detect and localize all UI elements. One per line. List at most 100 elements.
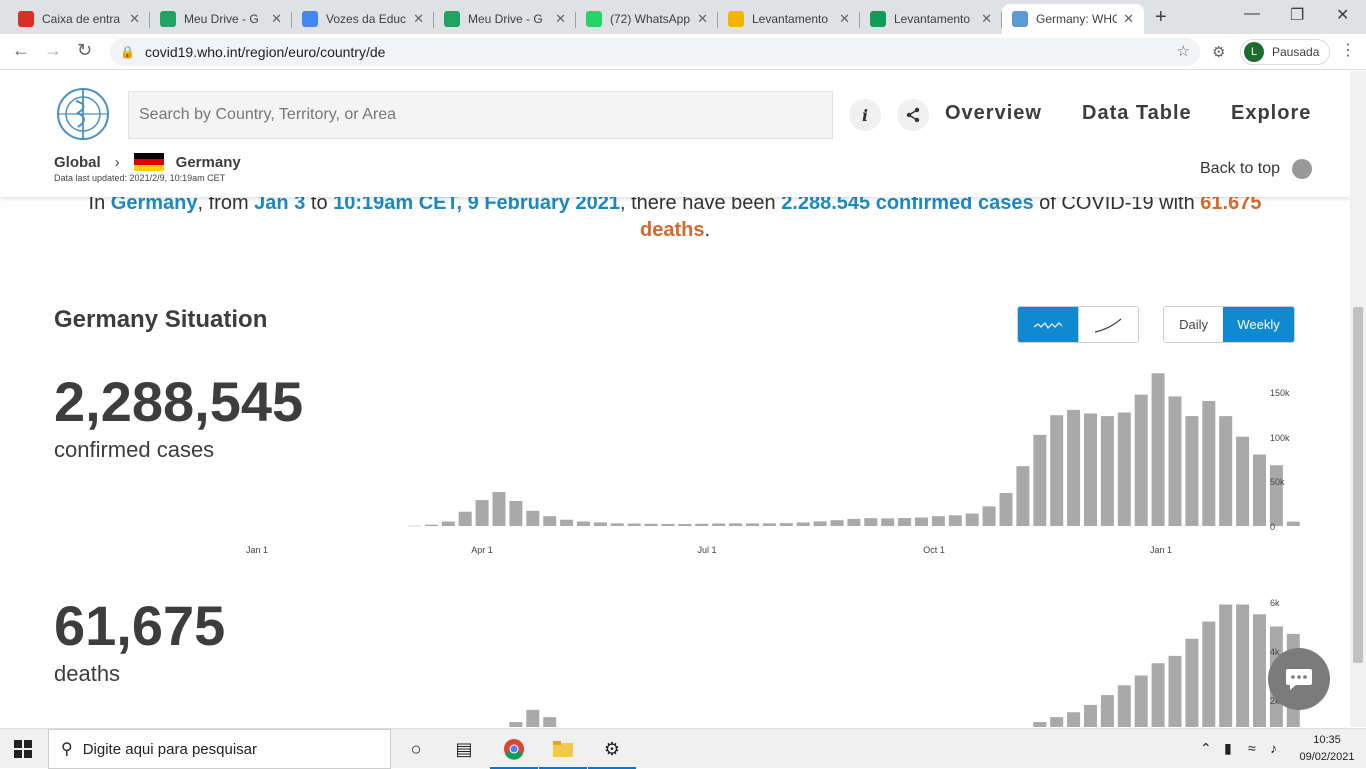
cases-bar <box>509 501 522 526</box>
browser-tab-title: Levantamento <box>752 12 833 26</box>
cumulative-chart-icon[interactable] <box>1078 307 1138 342</box>
gmail-icon <box>18 11 34 27</box>
data-updated-text: Data last updated: 2021/2/9, 10:19am CET <box>54 173 225 183</box>
page-scrollbar[interactable] <box>1350 71 1366 727</box>
extensions-icon[interactable]: ⚙ <box>1212 43 1225 61</box>
cases-bar <box>1287 522 1300 526</box>
nav-data-table[interactable]: Data Table <box>1082 102 1192 125</box>
browser-tab[interactable]: Levantamento✕ <box>860 4 1002 34</box>
deaths-bar <box>1219 604 1232 727</box>
cases-bar <box>1000 493 1013 526</box>
cases-bar <box>1016 466 1029 526</box>
cases-bar <box>1169 396 1182 526</box>
nav-overview[interactable]: Overview <box>945 102 1042 125</box>
site-header: Search by Country, Territory, or Area i … <box>0 71 1350 197</box>
cases-bar <box>662 524 675 526</box>
close-tab-icon[interactable]: ✕ <box>839 11 850 27</box>
chevron-up-icon[interactable]: ⌃ <box>1200 740 1212 757</box>
settings-gear-icon[interactable]: ⚙ <box>600 737 624 761</box>
info-icon[interactable]: i <box>849 99 881 131</box>
cases-bar <box>560 520 573 526</box>
back-to-top-link[interactable]: Back to top <box>1200 159 1312 179</box>
browser-tab[interactable]: Caixa de entra ✕ <box>8 4 150 34</box>
url-text: covid19.who.int/region/euro/country/de <box>145 44 385 60</box>
breadcrumb-global[interactable]: Global <box>54 154 101 171</box>
cases-bar <box>493 492 506 526</box>
chrome-icon[interactable] <box>502 737 526 761</box>
cases-bar <box>543 516 556 526</box>
cases-bar <box>780 523 793 526</box>
close-tab-icon[interactable]: ✕ <box>129 11 140 27</box>
deaths-bar <box>1067 712 1080 727</box>
taskbar-search-input[interactable]: ⚲ Digite aqui para pesquisar <box>48 729 391 769</box>
browser-tab[interactable]: Meu Drive - G ✕ <box>434 4 576 34</box>
drive-icon <box>444 11 460 27</box>
search-icon: ⚲ <box>61 739 73 759</box>
cases-bar <box>983 506 996 526</box>
minimize-button[interactable]: — <box>1244 5 1260 23</box>
new-tab-button[interactable]: + <box>1155 6 1167 29</box>
browser-toolbar: ← → ↻ 🔒 covid19.who.int/region/euro/coun… <box>0 34 1366 70</box>
menu-icon[interactable]: ⋮ <box>1340 40 1356 60</box>
cases-x-tick: Apr 1 <box>471 545 493 555</box>
who-logo-icon[interactable] <box>54 87 112 141</box>
browser-tab[interactable]: Vozes da Educ✕ <box>292 4 434 34</box>
deaths-bar <box>1152 663 1165 727</box>
close-tab-icon[interactable]: ✕ <box>1123 11 1134 27</box>
browser-tab-title: Meu Drive - G <box>468 12 549 26</box>
cases-bar <box>898 518 911 526</box>
close-tab-icon[interactable]: ✕ <box>271 11 282 27</box>
cases-bar <box>1067 410 1080 526</box>
cases-y-tick: 100k <box>1270 433 1290 443</box>
forward-arrow-icon[interactable]: → <box>44 40 62 61</box>
browser-tab[interactable]: Meu Drive - G✕ <box>150 4 292 34</box>
wifi-icon[interactable]: ≈ <box>1248 740 1256 756</box>
windows-start-icon[interactable] <box>14 740 32 758</box>
cases-bar <box>1202 401 1215 526</box>
close-window-button[interactable]: ✕ <box>1336 5 1349 25</box>
back-arrow-icon[interactable]: ← <box>12 40 30 61</box>
close-tab-icon[interactable]: ✕ <box>413 11 424 27</box>
close-tab-icon[interactable]: ✕ <box>555 11 566 27</box>
back-to-top-label: Back to top <box>1200 160 1280 178</box>
cases-bar <box>797 522 810 526</box>
cases-bar <box>628 524 641 526</box>
cases-bar <box>746 523 759 526</box>
close-tab-icon[interactable]: ✕ <box>697 11 708 27</box>
taskbar-clock[interactable]: 10:35 09/02/2021 <box>1296 732 1358 766</box>
restore-button[interactable]: ❐ <box>1290 5 1304 25</box>
task-view-icon[interactable]: ▤ <box>452 737 476 761</box>
cases-bar <box>476 500 489 526</box>
chat-bubble-icon[interactable] <box>1268 648 1330 710</box>
browser-tab[interactable]: (72) WhatsApp✕ <box>576 4 718 34</box>
deaths-label: deaths <box>54 661 120 687</box>
battery-icon[interactable]: ▮ <box>1224 740 1232 757</box>
cases-bar <box>932 516 945 526</box>
address-bar[interactable]: 🔒 covid19.who.int/region/euro/country/de… <box>110 38 1200 66</box>
cortana-icon[interactable]: ○ <box>404 737 428 761</box>
browser-tab[interactable]: Levantamento ✕ <box>718 4 860 34</box>
cases-bar <box>442 522 455 526</box>
cases-bar <box>1135 395 1148 526</box>
cases-bar <box>966 513 979 526</box>
scrollbar-thumb[interactable] <box>1353 307 1363 663</box>
linear-chart-icon[interactable] <box>1018 307 1078 342</box>
browser-tab-title: Caixa de entra <box>42 12 123 26</box>
deaths-y-tick: 6k <box>1270 598 1280 608</box>
file-explorer-icon[interactable] <box>551 737 575 761</box>
cases-bar <box>814 521 827 526</box>
share-icon[interactable] <box>897 99 929 131</box>
lock-icon: 🔒 <box>120 45 135 59</box>
globe-icon <box>1292 159 1312 179</box>
weekly-button[interactable]: Weekly <box>1223 307 1294 342</box>
close-tab-icon[interactable]: ✕ <box>981 11 992 27</box>
country-search-input[interactable]: Search by Country, Territory, or Area <box>128 91 833 139</box>
browser-tab[interactable]: Germany: WHO✕ <box>1002 4 1144 34</box>
daily-button[interactable]: Daily <box>1164 307 1223 342</box>
nav-explore[interactable]: Explore <box>1231 102 1311 125</box>
bookmark-star-icon[interactable]: ☆ <box>1177 42 1190 60</box>
profile-button[interactable]: L Pausada <box>1240 39 1330 65</box>
reload-icon[interactable]: ↻ <box>77 40 92 61</box>
volume-icon[interactable]: ♪ <box>1270 740 1277 756</box>
cases-bar <box>459 512 472 526</box>
